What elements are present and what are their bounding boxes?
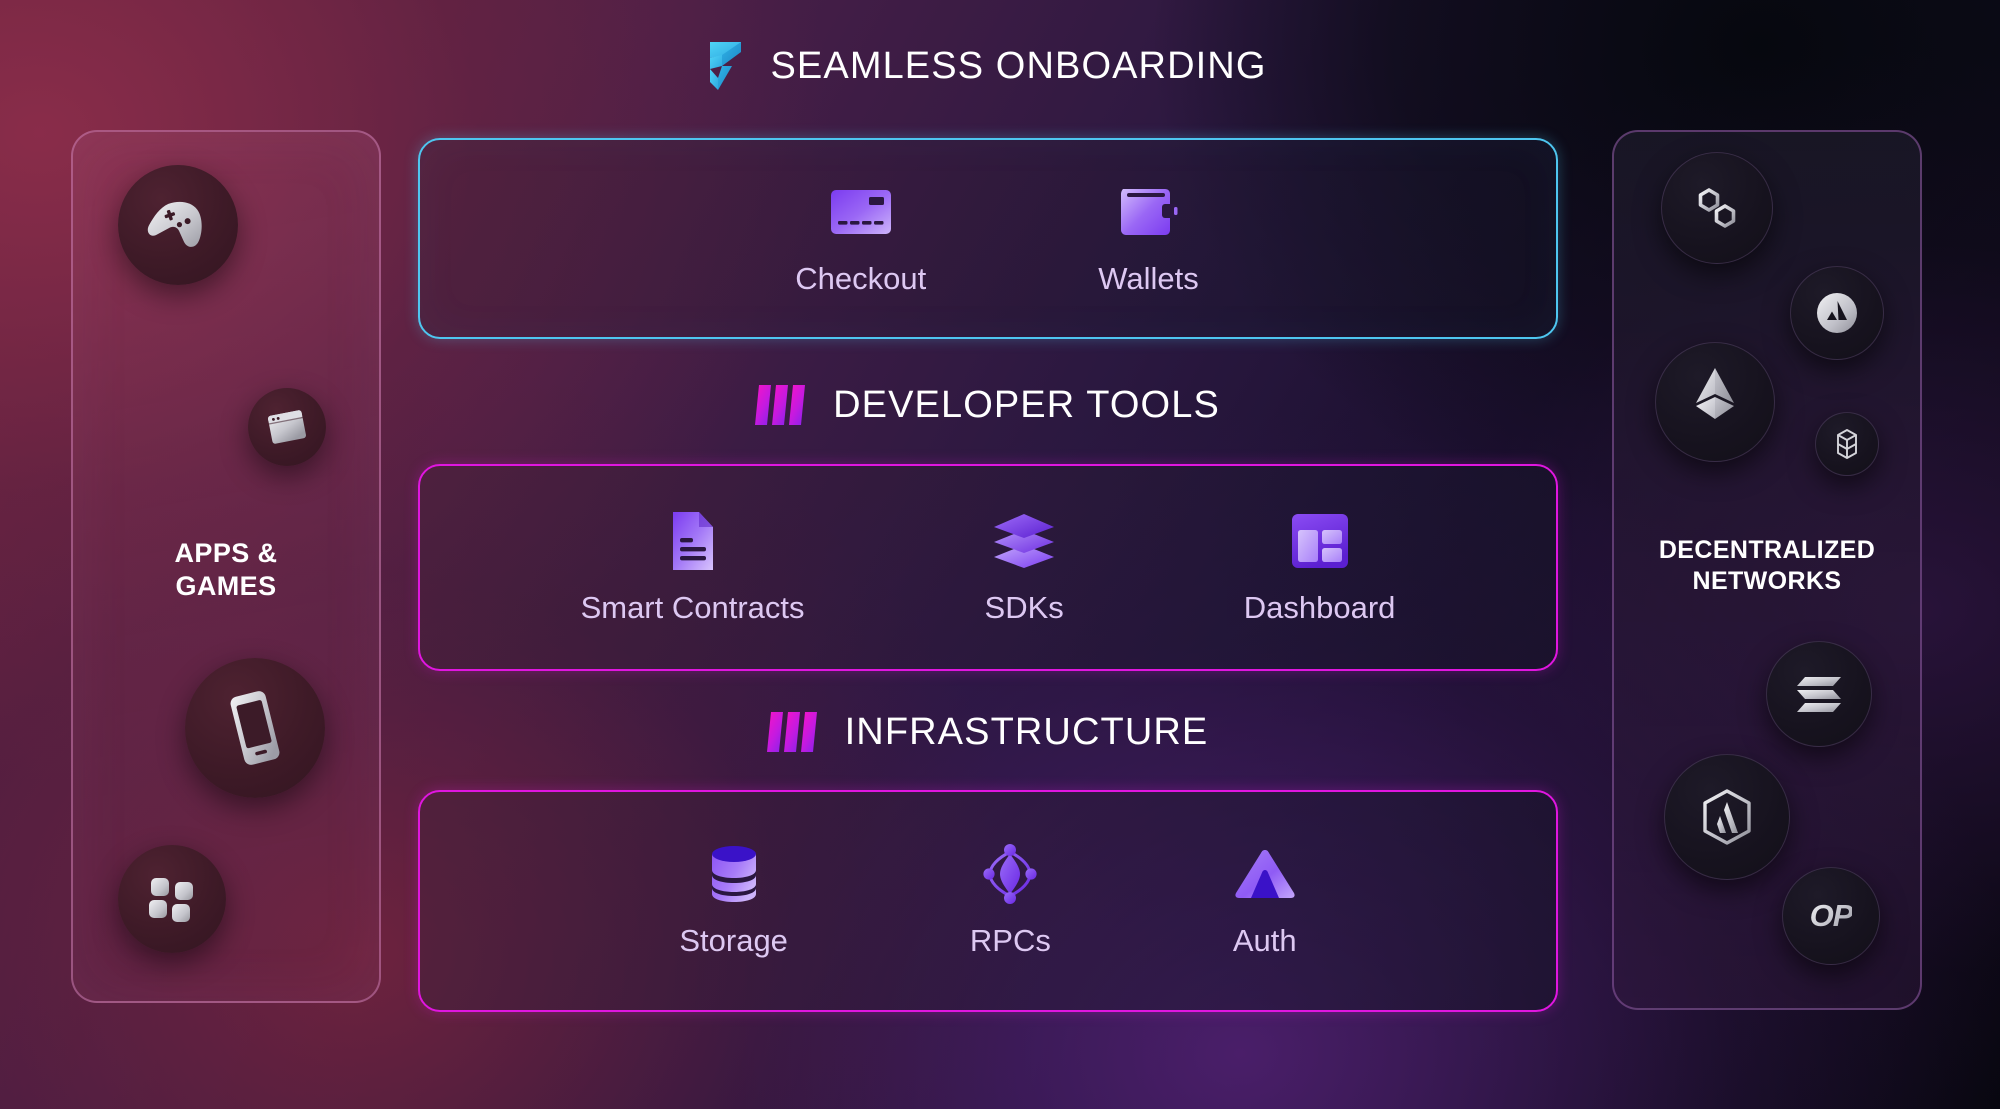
feature-label-dashboard: Dashboard: [1243, 589, 1396, 625]
gamepad-icon: [147, 201, 202, 247]
browser-window-icon: [268, 410, 306, 444]
wallets-icon-wrap: [1118, 181, 1178, 243]
networks-label-line-1: DECENTRALIZED: [1658, 536, 1876, 564]
feature-wallets[interactable]: Wallets: [1098, 181, 1199, 297]
heading-text-devtools: DEVELOPER TOOLS: [833, 383, 1220, 426]
triple-bars-icon: [766, 712, 817, 752]
apps-label-line-2: GAMES: [175, 571, 277, 602]
avalanche-logo-icon: [1817, 293, 1857, 333]
credit-card-icon: [830, 189, 891, 234]
auth-icon-wrap: [1234, 843, 1296, 905]
rpcs-icon-wrap: [982, 843, 1038, 905]
avalanche-chip: [1790, 266, 1884, 360]
heading-text-infrastructure: INFRASTRUCTURE: [844, 710, 1209, 753]
card-devtools: Smart Contracts SDKs Dashboard: [418, 464, 1558, 671]
card-items-devtools: Smart Contracts SDKs Dashboard: [420, 510, 1556, 626]
decentralized-networks-panel: DECENTRALIZED NETWORKS: [1612, 130, 1922, 1010]
fantom-chip: [1815, 412, 1879, 476]
card-infrastructure: Storage RPCs Auth: [418, 790, 1558, 1012]
arbitrum-chip: [1664, 754, 1790, 880]
dashboard-icon-wrap: [1291, 510, 1349, 572]
feature-sdks[interactable]: SDKs: [985, 510, 1064, 626]
polygon-logo-icon: [1698, 188, 1736, 228]
section-heading-devtools: DEVELOPER TOOLS: [415, 383, 1560, 427]
apps-and-games-label: APPS & GAMES: [73, 537, 379, 604]
optimism-logo-icon: OP: [1809, 898, 1854, 933]
arbitrum-logo-icon: [1703, 789, 1751, 845]
storage-icon-wrap: [708, 843, 760, 905]
decentralized-networks-label: DECENTRALIZED NETWORKS: [1614, 535, 1920, 597]
dashboard-layout-icon: [1291, 513, 1348, 568]
stacked-layers-icon: [994, 513, 1055, 568]
apps-label-line-1: APPS &: [174, 538, 278, 568]
wallet-icon: [1121, 188, 1178, 235]
feature-storage[interactable]: Storage: [679, 843, 788, 959]
feature-label-sdks: SDKs: [984, 589, 1064, 625]
feature-label-smart-contracts: Smart Contracts: [580, 589, 805, 625]
apps-grid-icon: [149, 878, 193, 922]
solana-chip: [1766, 641, 1872, 747]
document-contract-icon: [672, 511, 713, 570]
card-items-onboarding: Checkout Wallets: [420, 181, 1556, 297]
feature-label-storage: Storage: [679, 923, 788, 958]
browser-window-chip: [248, 388, 326, 466]
feature-auth[interactable]: Auth: [1233, 843, 1297, 959]
networks-label-line-2: NETWORKS: [1692, 567, 1842, 595]
mobile-phone-chip: [185, 658, 325, 798]
diagram-canvas: APPS & GAMES DECENTRALIZED NETWORKS OP S…: [0, 0, 2000, 1109]
apps-grid-chip: [118, 845, 226, 953]
checkout-icon-wrap: [830, 181, 892, 243]
ethereum-logo-icon: [1696, 368, 1734, 419]
stack-sections: SEAMLESS ONBOARDING Checkout Wallets DEV…: [415, 0, 1560, 1109]
ethereum-chip: [1655, 342, 1775, 462]
heading-text-onboarding: SEAMLESS ONBOARDING: [770, 44, 1267, 87]
card-items-infrastructure: Storage RPCs Auth: [420, 843, 1556, 959]
feature-rpcs[interactable]: RPCs: [970, 843, 1051, 959]
feature-smart-contracts[interactable]: Smart Contracts: [581, 510, 805, 626]
solana-logo-icon: [1797, 677, 1841, 712]
auth-triangle-icon: [1235, 850, 1295, 898]
sdks-icon-wrap: [991, 510, 1057, 572]
feature-label-rpcs: RPCs: [969, 923, 1051, 958]
gamepad-chip: [118, 165, 238, 285]
feature-label-wallets: Wallets: [1098, 260, 1199, 296]
optimism-chip: OP: [1782, 867, 1880, 965]
mobile-phone-icon: [230, 691, 280, 765]
feature-label-auth: Auth: [1232, 923, 1297, 958]
thirdweb-logo-icon: [710, 42, 742, 90]
feature-label-checkout: Checkout: [795, 260, 927, 296]
feature-dashboard[interactable]: Dashboard: [1243, 510, 1396, 626]
network-node-icon: [983, 844, 1037, 904]
polygon-chip: [1661, 152, 1773, 264]
database-cylinder-icon: [711, 846, 756, 902]
section-heading-onboarding: SEAMLESS ONBOARDING: [415, 40, 1560, 92]
feature-checkout[interactable]: Checkout: [795, 181, 926, 297]
fantom-logo-icon: [1837, 429, 1857, 459]
card-onboarding: Checkout Wallets: [418, 138, 1558, 339]
smart-contracts-icon-wrap: [669, 510, 717, 572]
triple-bars-icon: [755, 385, 806, 425]
section-heading-infrastructure: INFRASTRUCTURE: [415, 710, 1560, 754]
